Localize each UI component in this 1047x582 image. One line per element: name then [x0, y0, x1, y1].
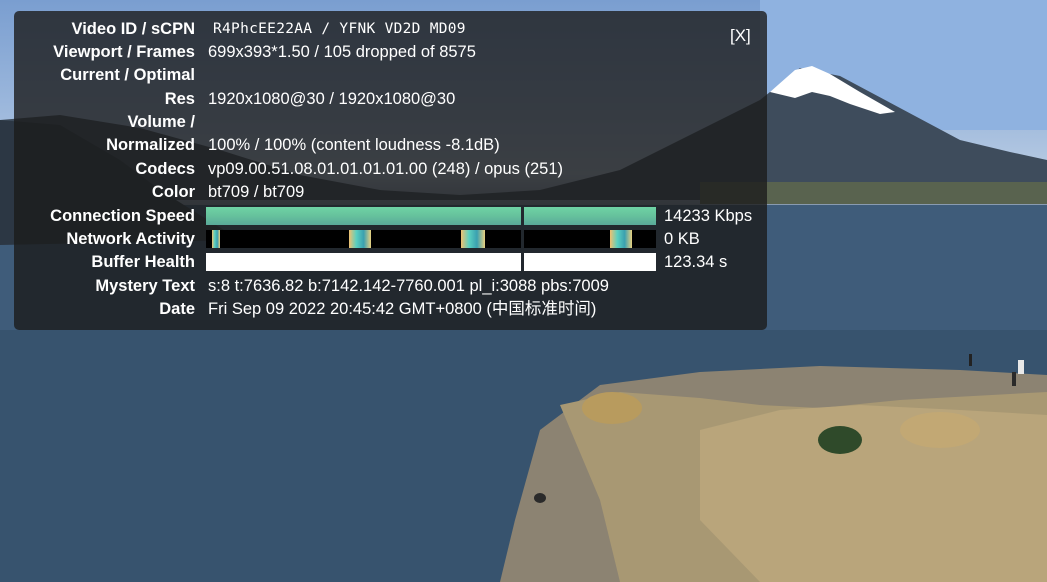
stats-for-nerds-panel: [X] Video ID / sCPN R4PhcEE22AA / YFNK V… — [14, 11, 767, 330]
network-activity-graph — [206, 230, 521, 248]
row-buffer-health: Buffer Health 123.34 s — [14, 251, 767, 274]
network-spike — [610, 230, 632, 248]
color-label: Color — [151, 183, 195, 201]
network-activity-value: 0 KB — [664, 230, 700, 248]
codecs-value: vp09.00.51.08.01.01.01.01.00 (248) / opu… — [208, 160, 564, 178]
row-mystery-text: Mystery Text s:8 t:7636.82 b:7142.142-77… — [14, 275, 767, 298]
normalized-value: 100% / 100% (content loudness -8.1dB) — [208, 136, 500, 154]
network-activity-label: Network Activity — [66, 230, 195, 248]
viewport-value: 699x393*1.50 / 105 dropped of 8575 — [208, 43, 476, 61]
buffer-health-value: 123.34 s — [664, 253, 728, 271]
connection-speed-graph-recent — [524, 207, 656, 225]
date-label: Date — [159, 300, 195, 318]
row-connection-speed: Connection Speed 14233 Kbps — [14, 205, 767, 228]
row-current-optimal: Current / Optimal — [14, 64, 767, 87]
connection-speed-label: Connection Speed — [50, 207, 195, 225]
current-optimal-label: Current / Optimal — [60, 66, 195, 84]
row-normalized: Normalized 100% / 100% (content loudness… — [14, 134, 767, 157]
network-activity-graph-recent — [524, 230, 656, 248]
row-res: Res 1920x1080@30 / 1920x1080@30 — [14, 88, 767, 111]
volume-label: Volume / — [127, 113, 195, 131]
video-id-value: R4PhcEE22AA / YFNK VD2D MD09 — [213, 21, 466, 37]
color-value: bt709 / bt709 — [208, 183, 305, 201]
network-spike — [212, 230, 220, 248]
mystery-text-label: Mystery Text — [95, 277, 195, 295]
row-video-id: Video ID / sCPN R4PhcEE22AA / YFNK VD2D … — [14, 18, 767, 41]
row-network-activity: Network Activity 0 KB — [14, 228, 767, 251]
buffer-health-label: Buffer Health — [91, 253, 195, 271]
network-spike — [461, 230, 485, 248]
connection-speed-graph — [206, 207, 521, 225]
connection-speed-value: 14233 Kbps — [664, 207, 753, 225]
row-date: Date Fri Sep 09 2022 20:45:42 GMT+0800 (… — [14, 298, 767, 321]
network-spike — [349, 230, 371, 248]
row-viewport: Viewport / Frames 699x393*1.50 / 105 dro… — [14, 41, 767, 64]
row-volume: Volume / — [14, 111, 767, 134]
row-color: Color bt709 / bt709 — [14, 181, 767, 204]
res-value: 1920x1080@30 / 1920x1080@30 — [208, 90, 456, 108]
res-label: Res — [164, 90, 195, 108]
normalized-label: Normalized — [106, 136, 195, 154]
buffer-health-graph — [206, 253, 521, 271]
viewport-label: Viewport / Frames — [53, 43, 195, 61]
buffer-health-graph-recent — [524, 253, 656, 271]
date-value: Fri Sep 09 2022 20:45:42 GMT+0800 (中国标准时… — [208, 300, 597, 318]
codecs-label: Codecs — [135, 160, 195, 178]
mystery-text-value: s:8 t:7636.82 b:7142.142-7760.001 pl_i:3… — [208, 277, 609, 295]
row-codecs: Codecs vp09.00.51.08.01.01.01.01.00 (248… — [14, 158, 767, 181]
video-id-label: Video ID / sCPN — [71, 20, 195, 38]
